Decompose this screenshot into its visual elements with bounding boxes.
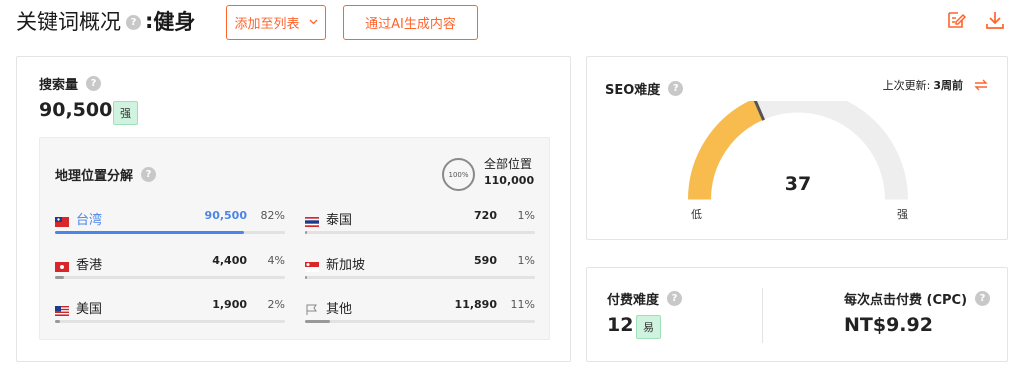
geo-row-percent: 82% xyxy=(260,209,285,222)
last-update-value: 3周前 xyxy=(933,79,963,92)
download-icon[interactable] xyxy=(984,9,1008,33)
geo-row-value: 90,500 xyxy=(204,209,247,222)
geo-row-bar-fill xyxy=(305,231,308,234)
gauge-high-label: 强 xyxy=(897,208,908,221)
geo-breakdown-panel: 地理位置分解 ? 100% 全部位置 110,000 台湾 90,500 82%… xyxy=(39,137,550,340)
geo-row-name[interactable]: 台湾 xyxy=(76,209,102,228)
paid-difficulty-badge: 易 xyxy=(636,315,661,339)
geo-row-name[interactable]: 香港 xyxy=(76,254,102,273)
singapore-flag-icon xyxy=(305,257,319,272)
help-icon[interactable]: ? xyxy=(126,14,141,30)
geo-row-value: 590 xyxy=(474,254,497,267)
geo-row-value: 4,400 xyxy=(212,254,247,267)
divider xyxy=(762,288,763,343)
keyword-text: 健身 xyxy=(153,10,196,34)
search-volume-label-text: 搜索量 xyxy=(39,78,79,93)
add-to-list-button[interactable]: 添加至列表 xyxy=(226,5,326,40)
geo-row-bar-track xyxy=(305,231,535,234)
geo-row-hong-kong[interactable]: 香港 4,400 4% xyxy=(55,254,285,284)
gauge-low-label: 低 xyxy=(691,208,702,221)
geo-row-bar-track xyxy=(305,320,535,323)
seo-difficulty-card: SEO难度 ? 上次更新: 3周前 37 低 强 xyxy=(586,56,1008,240)
geo-row-thailand[interactable]: 泰国 720 1% xyxy=(305,209,535,239)
generate-ai-content-button[interactable]: 通过AI生成内容 xyxy=(343,5,478,40)
flag-outline-icon xyxy=(305,301,319,315)
total-locations-value: 110,000 xyxy=(484,174,535,187)
edit-note-icon[interactable] xyxy=(945,9,969,33)
geo-row-name[interactable]: 新加坡 xyxy=(326,254,365,273)
refresh-icon[interactable] xyxy=(973,77,989,93)
geo-row-value: 1,900 xyxy=(212,298,247,311)
paid-cpc-card: 付费难度 ? 12 易 每次点击付费 (CPC) ? NT$9.92 xyxy=(586,267,1008,362)
help-icon[interactable]: ? xyxy=(667,291,683,306)
geo-row-other[interactable]: 其他 11,890 11% xyxy=(305,298,535,328)
last-update: 上次更新: 3周前 xyxy=(883,77,989,93)
cpc-label-text: 每次点击付费 (CPC) xyxy=(844,293,968,308)
help-icon[interactable]: ? xyxy=(86,76,102,91)
geo-row-value: 11,890 xyxy=(454,298,497,311)
geo-row-bar-fill xyxy=(305,320,331,323)
last-update-label: 上次更新: xyxy=(882,79,931,92)
geo-row-taiwan[interactable]: 台湾 90,500 82% xyxy=(55,209,285,239)
geo-row-value: 720 xyxy=(474,209,497,222)
geo-row-percent: 1% xyxy=(517,209,535,222)
thailand-flag-icon xyxy=(305,212,319,227)
geo-row-name[interactable]: 美国 xyxy=(76,298,102,317)
geo-row-percent: 11% xyxy=(510,298,535,311)
geo-row-bar-fill xyxy=(305,276,308,279)
help-icon[interactable]: ? xyxy=(975,291,991,306)
title-separator: : xyxy=(145,9,154,33)
geo-row-bar-track xyxy=(55,231,285,234)
paid-difficulty-label: 付费难度 ? xyxy=(607,289,683,308)
seo-difficulty-value: 37 xyxy=(784,173,812,195)
geo-row-singapore[interactable]: 新加坡 590 1% xyxy=(305,254,535,284)
volume-strength-badge: 强 xyxy=(113,101,138,125)
search-volume-label: 搜索量 ? xyxy=(39,74,102,93)
us-flag-icon xyxy=(55,301,69,316)
geo-breakdown-title: 地理位置分解 ? xyxy=(55,165,157,184)
geo-row-name[interactable]: 泰国 xyxy=(326,209,352,228)
page-title-text: 关键词概况 xyxy=(16,10,121,34)
geo-row-bar-fill xyxy=(55,320,60,323)
cpc-value: NT$9.92 xyxy=(844,314,933,336)
geo-row-percent: 4% xyxy=(267,254,285,267)
geo-row-percent: 1% xyxy=(517,254,535,267)
geo-row-name[interactable]: 其他 xyxy=(326,298,352,317)
paid-difficulty-label-text: 付费难度 xyxy=(607,293,660,308)
seo-difficulty-gauge xyxy=(688,101,908,200)
geo-row-bar-track xyxy=(55,320,285,323)
paid-difficulty-value: 12 xyxy=(607,314,634,336)
hong-kong-flag-icon xyxy=(55,257,69,272)
geo-row-bar-track xyxy=(55,276,285,279)
search-volume-card: 搜索量 ? 90,500 强 地理位置分解 ? 100% 全部位置 110,00… xyxy=(16,56,571,362)
geo-row-us[interactable]: 美国 1,900 2% xyxy=(55,298,285,328)
total-percent-circle: 100% xyxy=(442,158,475,191)
add-to-list-label: 添加至列表 xyxy=(234,17,300,32)
generate-ai-content-label: 通过AI生成内容 xyxy=(365,17,456,32)
geo-row-bar-fill xyxy=(55,231,244,234)
geo-row-bar-fill xyxy=(55,276,65,279)
total-locations-label: 全部位置 xyxy=(484,157,533,171)
seo-difficulty-label: SEO难度 ? xyxy=(605,79,684,98)
help-icon[interactable]: ? xyxy=(141,167,157,182)
page-title: 关键词概况 ? : 健身 xyxy=(16,6,195,36)
cpc-label: 每次点击付费 (CPC) ? xyxy=(844,289,991,308)
search-volume-value: 90,500 xyxy=(39,99,113,121)
help-icon[interactable]: ? xyxy=(668,81,684,96)
chevron-down-icon xyxy=(309,17,318,28)
seo-difficulty-label-text: SEO难度 xyxy=(605,83,661,98)
geo-breakdown-title-text: 地理位置分解 xyxy=(55,169,134,184)
geo-row-percent: 2% xyxy=(267,298,285,311)
taiwan-flag-icon xyxy=(55,212,69,227)
geo-row-bar-track xyxy=(305,276,535,279)
